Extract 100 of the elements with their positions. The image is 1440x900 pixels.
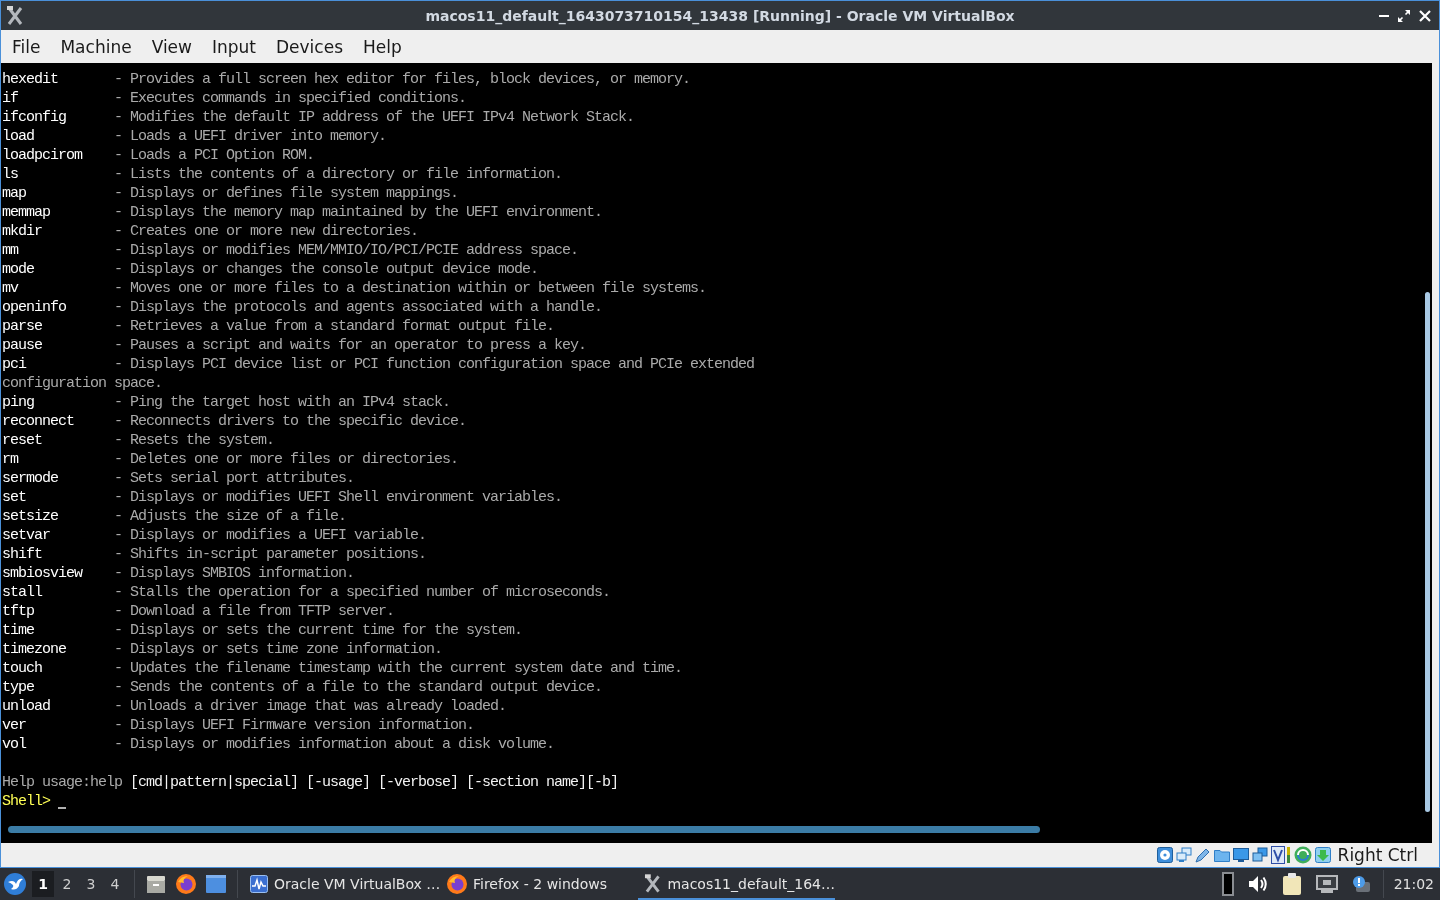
workspace-button[interactable]: 2 xyxy=(56,871,78,897)
command-description: - Displays or changes the console output device mode. xyxy=(114,260,539,279)
minimize-icon[interactable] xyxy=(1379,14,1389,17)
command-description: - Reconnects drivers to the specific device. xyxy=(114,412,467,431)
command-name: sermode xyxy=(2,469,58,488)
task-button[interactable]: Firefox - 2 windows xyxy=(441,868,638,900)
command-description: - Retrieves a value from a standard format output file. xyxy=(114,317,555,336)
command-name: timezone xyxy=(2,640,66,659)
command-name: load xyxy=(2,127,34,146)
command-name: mv xyxy=(2,279,18,298)
menu-item[interactable]: Machine xyxy=(50,33,142,60)
close-icon[interactable] xyxy=(1419,9,1431,22)
disk-icon[interactable] xyxy=(1156,847,1173,863)
speaker-icon[interactable] xyxy=(1247,875,1268,893)
menu-item[interactable]: Help xyxy=(353,33,412,60)
command-name: ver xyxy=(2,716,26,735)
command-name: mm xyxy=(2,241,18,260)
menu-item[interactable]: View xyxy=(141,33,202,60)
command-description: - Shifts in-script parameter positions. xyxy=(114,545,427,564)
waveform-icon xyxy=(250,875,268,893)
clock: 21:02 xyxy=(1393,876,1434,892)
command-description: - Provides a full screen hex editor for files, block devices, or memory. xyxy=(114,70,691,89)
menu-item[interactable]: File xyxy=(2,33,51,60)
host-key-label: Right Ctrl xyxy=(1337,845,1418,865)
command-description: - Creates one or more new directories. xyxy=(114,222,419,241)
command-name: mode xyxy=(2,260,34,279)
task-button[interactable]: Oracle VM VirtualBox … xyxy=(244,868,441,900)
window-title: macos11_default_1643073710154_13438 [Running] - Oracle VM VirtualBox xyxy=(425,7,1015,24)
horizontal-scrollbar[interactable] xyxy=(8,826,1040,833)
window-tile-icon[interactable] xyxy=(206,875,226,893)
pen-icon[interactable] xyxy=(1194,847,1211,863)
flame-globe-icon xyxy=(447,874,467,894)
command-name: parse xyxy=(2,317,42,336)
command-description: - Displays SMBIOS information. xyxy=(114,564,355,583)
command-description: - Download a file from TFTP server. xyxy=(114,602,395,621)
menu-item[interactable]: Input xyxy=(201,33,266,60)
command-description: - Displays or modifies UEFI Shell environment variables. xyxy=(114,488,563,507)
cursor-icon xyxy=(58,807,66,809)
command-description: - Ping the target host with an IPv4 stack. xyxy=(114,393,451,412)
command-name: mkdir xyxy=(2,222,42,241)
command-description: - Pauses a script and waits for an operator to press a key. xyxy=(114,336,587,355)
command-description: - Displays or modifies MEM/MMIO/IO/PCI/PCIE address space. xyxy=(114,241,579,260)
bird-logo-icon[interactable] xyxy=(4,873,26,895)
monitor-icon[interactable] xyxy=(1232,847,1249,863)
command-description: - Displays or sets the current time for the system. xyxy=(114,621,523,640)
command-name: shift xyxy=(2,545,42,564)
command-description: - Displays UEFI Firmware version information. xyxy=(114,716,475,735)
vertical-scrollbar[interactable] xyxy=(1425,292,1430,812)
command-name: pause xyxy=(2,336,42,355)
command-description: - Displays or modifies a UEFI variable. xyxy=(114,526,427,545)
command-description: - Sets serial port attributes. xyxy=(114,469,355,488)
globe-icon[interactable] xyxy=(1293,846,1312,864)
workspace-button[interactable]: 3 xyxy=(80,871,102,897)
down-arrow-icon[interactable] xyxy=(1314,847,1331,863)
shell-prompt: Shell> xyxy=(2,792,50,811)
command-name: pci xyxy=(2,355,26,374)
command-name: ls xyxy=(2,165,18,184)
task-button[interactable]: macos11_default_164… xyxy=(638,868,835,900)
command-name: hexedit xyxy=(2,70,58,89)
command-name: memmap xyxy=(2,203,50,222)
command-name: smbiosview xyxy=(2,564,82,583)
clipboard-icon[interactable] xyxy=(1281,873,1302,895)
command-name: ifconfig xyxy=(2,108,66,127)
usage-syntax: [cmd|pattern|special] [-usage] [-verbose] [-section name][-b] xyxy=(130,773,619,792)
stacked-windows-icon[interactable] xyxy=(1175,847,1192,863)
stacked-windows-icon[interactable] xyxy=(1251,847,1268,863)
command-description: - Lists the contents of a directory or file information. xyxy=(114,165,563,184)
command-description: - Displays or modifies information about a disk volume. xyxy=(114,735,555,754)
workspace-button[interactable]: 1 xyxy=(32,871,54,897)
command-name: set xyxy=(2,488,26,507)
folder-icon[interactable] xyxy=(1213,847,1230,863)
menu-item[interactable]: Devices xyxy=(266,33,353,60)
command-description: - Loads a PCI Option ROM. xyxy=(114,146,315,165)
command-name: unload xyxy=(2,697,50,716)
command-name: tftp xyxy=(2,602,34,621)
command-description: - Updates the filename timestamp with the current system date and time. xyxy=(114,659,683,678)
command-description: - Resets the system. xyxy=(114,431,275,450)
command-description: - Displays or sets time zone information. xyxy=(114,640,443,659)
restore-icon[interactable] xyxy=(1398,9,1410,22)
command-description: - Moves one or more files to a destination within or between file systems. xyxy=(114,279,707,298)
command-name: touch xyxy=(2,659,42,678)
command-description: - Modifies the default IP address of the UEFI IPv4 Network Stack. xyxy=(114,108,635,127)
command-name: ping xyxy=(2,393,34,412)
command-name: rm xyxy=(2,450,18,469)
network-icon[interactable] xyxy=(1315,875,1338,893)
command-name: reset xyxy=(2,431,42,450)
workspace-button[interactable]: 4 xyxy=(104,871,126,897)
command-description: - Executes commands in specified conditions. xyxy=(114,89,467,108)
command-name: openinfo xyxy=(2,298,66,317)
notification-icon[interactable] xyxy=(1351,875,1370,893)
command-name: time xyxy=(2,621,34,640)
drawer-icon[interactable] xyxy=(146,874,166,894)
chip-icon[interactable] xyxy=(1270,846,1291,864)
command-name: if xyxy=(2,89,18,108)
command-description: - Displays PCI device list or PCI function configuration space and PCIe extended xyxy=(114,355,755,374)
command-name: reconnect xyxy=(2,412,74,431)
flame-globe-icon[interactable] xyxy=(176,874,196,894)
battery-icon[interactable] xyxy=(1221,872,1234,896)
command-name: setvar xyxy=(2,526,50,545)
description-continuation: configuration space. xyxy=(2,374,163,393)
